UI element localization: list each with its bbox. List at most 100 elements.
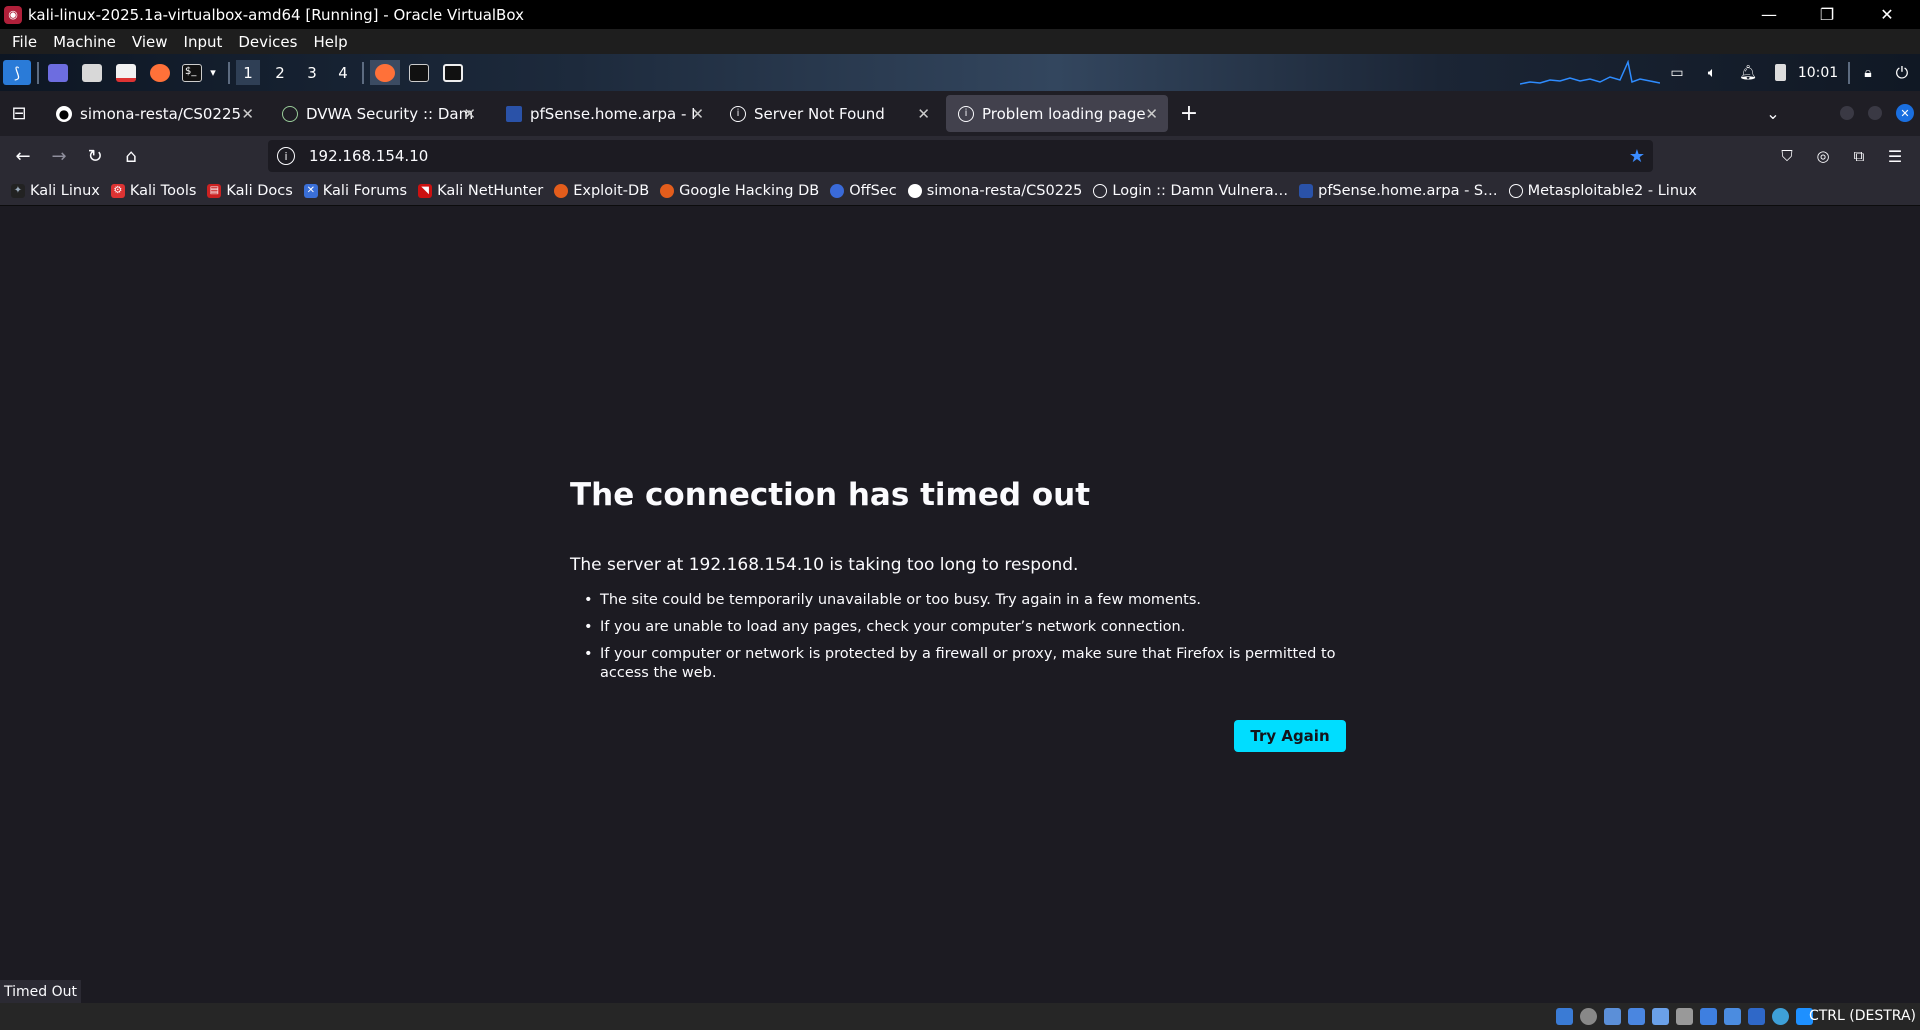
- url-text[interactable]: 192.168.154.10: [309, 147, 428, 165]
- close-tab-icon[interactable]: ✕: [1145, 105, 1158, 123]
- tab-server-not-found[interactable]: i Server Not Found ✕: [718, 95, 940, 132]
- bookmark-google-hacking-db[interactable]: Google Hacking DB: [660, 183, 819, 199]
- cpu-graph-icon: [1520, 60, 1660, 85]
- tab-pfsense[interactable]: pfSense.home.arpa - Firewall ✕: [494, 95, 714, 132]
- menu-machine[interactable]: Machine: [53, 33, 116, 51]
- workspace-3[interactable]: 3: [300, 60, 324, 85]
- screen-task-icon[interactable]: [440, 60, 466, 85]
- menu-help[interactable]: Help: [313, 33, 347, 51]
- page-content: The connection has timed out The server …: [0, 207, 1920, 1003]
- nethunter-icon: ◥: [418, 183, 433, 198]
- offsec-icon: [830, 183, 845, 198]
- minimize-button[interactable]: —: [1740, 0, 1798, 29]
- pocket-icon[interactable]: ⛉: [1774, 144, 1800, 168]
- firefox-launcher-icon[interactable]: [148, 60, 172, 85]
- shared-folders-icon[interactable]: [1676, 1008, 1693, 1025]
- github-icon: [907, 183, 922, 198]
- notification-bell-icon[interactable]: 🔔︎: [1736, 60, 1760, 85]
- suggestion-item: The site could be temporarily unavailabl…: [570, 591, 1350, 610]
- lock-icon[interactable]: 🔒︎: [1856, 60, 1880, 85]
- exploit-db-icon: [554, 183, 569, 198]
- bookmark-offsec[interactable]: OffSec: [830, 183, 897, 199]
- info-icon: i: [730, 105, 746, 122]
- workspace-2[interactable]: 2: [268, 60, 292, 85]
- tab-problem-loading[interactable]: i Problem loading page ✕: [946, 95, 1168, 132]
- extensions-icon[interactable]: ⧉: [1846, 144, 1872, 168]
- window-close-dot[interactable]: ✕: [1892, 101, 1918, 125]
- virtualbox-statusbar: CTRL (DESTRA): [0, 1003, 1920, 1030]
- close-tab-icon[interactable]: ✕: [691, 105, 704, 123]
- tab-dvwa[interactable]: DVWA Security :: Damn Vulnerable ✕: [270, 95, 486, 132]
- url-bar[interactable]: i 192.168.154.10 ★: [268, 140, 1653, 172]
- display-icon[interactable]: ▭: [1665, 60, 1689, 85]
- reload-icon[interactable]: ↻: [82, 144, 108, 168]
- close-tab-icon[interactable]: ✕: [241, 105, 254, 123]
- error-suggestions: The site could be temporarily unavailabl…: [570, 591, 1350, 691]
- globe-icon: [1093, 183, 1108, 198]
- home-icon[interactable]: ⌂: [118, 144, 144, 168]
- terminal-launcher-icon[interactable]: $_: [180, 60, 204, 85]
- bookmark-pfsense[interactable]: pfSense.home.arpa - S…: [1299, 183, 1498, 199]
- app-menu-icon[interactable]: ☰: [1882, 144, 1908, 168]
- window-maximize-dot[interactable]: [1862, 101, 1888, 125]
- usb-icon[interactable]: [1652, 1008, 1669, 1025]
- bookmark-kali-linux[interactable]: ✦ Kali Linux: [11, 183, 100, 199]
- workspace-4[interactable]: 4: [331, 60, 355, 85]
- workspace-1[interactable]: 1: [236, 60, 260, 85]
- account-icon[interactable]: ◎: [1810, 144, 1836, 168]
- menu-view[interactable]: View: [132, 33, 168, 51]
- try-again-button[interactable]: Try Again: [1234, 720, 1346, 752]
- chevron-down-icon[interactable]: ▾: [206, 60, 220, 85]
- volume-icon[interactable]: 🔈︎: [1700, 60, 1724, 85]
- info-icon: i: [958, 105, 974, 122]
- restore-button[interactable]: ❐: [1798, 0, 1856, 29]
- menu-devices[interactable]: Devices: [238, 33, 297, 51]
- forward-icon[interactable]: →: [46, 144, 72, 168]
- bookmark-kali-forums[interactable]: ✕ Kali Forums: [303, 183, 407, 199]
- text-editor-icon[interactable]: [114, 60, 138, 85]
- desktop-icon[interactable]: [46, 60, 70, 85]
- back-icon[interactable]: ←: [10, 144, 36, 168]
- close-tab-icon[interactable]: ✕: [463, 105, 476, 123]
- dvwa-icon: [282, 105, 298, 122]
- display-icon[interactable]: [1700, 1008, 1717, 1025]
- audio-icon[interactable]: [1604, 1008, 1621, 1025]
- network-icon[interactable]: [1628, 1008, 1645, 1025]
- close-window-button[interactable]: ✕: [1858, 0, 1916, 29]
- firefox-task-icon[interactable]: [370, 60, 400, 85]
- bookmark-star-icon[interactable]: ★: [1629, 146, 1645, 167]
- kali-menu-icon[interactable]: ⟆: [3, 60, 31, 85]
- new-tab-button[interactable]: +: [1176, 101, 1202, 126]
- file-manager-icon[interactable]: [80, 60, 104, 85]
- ghdb-icon: [660, 183, 675, 198]
- bookmark-dvwa-login[interactable]: Login :: Damn Vulnera…: [1093, 183, 1288, 199]
- hard-disk-icon[interactable]: [1556, 1008, 1573, 1025]
- bookmark-kali-nethunter[interactable]: ◥ Kali NetHunter: [418, 183, 543, 199]
- firefox-view-icon[interactable]: ⊟: [6, 101, 32, 125]
- github-icon: ●: [56, 105, 72, 122]
- window-title: kali-linux-2025.1a-virtualbox-amd64 [Run…: [28, 5, 524, 24]
- bookmark-kali-tools[interactable]: ⚙ Kali Tools: [110, 183, 196, 199]
- optical-drive-icon[interactable]: [1580, 1008, 1597, 1025]
- close-tab-icon[interactable]: ✕: [917, 105, 930, 123]
- tab-github[interactable]: ● simona-resta/CS0225 ✕: [44, 95, 264, 132]
- power-icon[interactable]: ⏻: [1890, 60, 1914, 85]
- navigation-toolbar: ← → ↻ ⌂ i 192.168.154.10 ★ ⛉ ◎ ⧉ ☰: [0, 136, 1920, 176]
- host-key: CTRL (DESTRA): [1808, 1008, 1916, 1024]
- bookmark-exploit-db[interactable]: Exploit-DB: [554, 183, 649, 199]
- site-info-icon[interactable]: i: [277, 147, 295, 165]
- cpu-icon[interactable]: [1748, 1008, 1765, 1025]
- terminal-task-icon[interactable]: [406, 60, 432, 85]
- bookmark-metasploitable2[interactable]: Metasploitable2 - Linux: [1508, 183, 1697, 199]
- recording-icon[interactable]: [1724, 1008, 1741, 1025]
- menu-input[interactable]: Input: [184, 33, 223, 51]
- window-minimize-dot[interactable]: [1834, 101, 1860, 125]
- kali-docs-icon: ▤: [207, 183, 222, 198]
- bookmark-github[interactable]: simona-resta/CS0225: [907, 183, 1082, 199]
- browser-tabbar: ⊟ ● simona-resta/CS0225 ✕ DVWA Security …: [0, 91, 1920, 136]
- mouse-integration-icon[interactable]: [1772, 1008, 1789, 1025]
- menu-file[interactable]: File: [12, 33, 37, 51]
- bookmark-kali-docs[interactable]: ▤ Kali Docs: [207, 183, 293, 199]
- clock[interactable]: 10:01: [1796, 60, 1840, 85]
- list-all-tabs-icon[interactable]: ⌄: [1760, 101, 1786, 125]
